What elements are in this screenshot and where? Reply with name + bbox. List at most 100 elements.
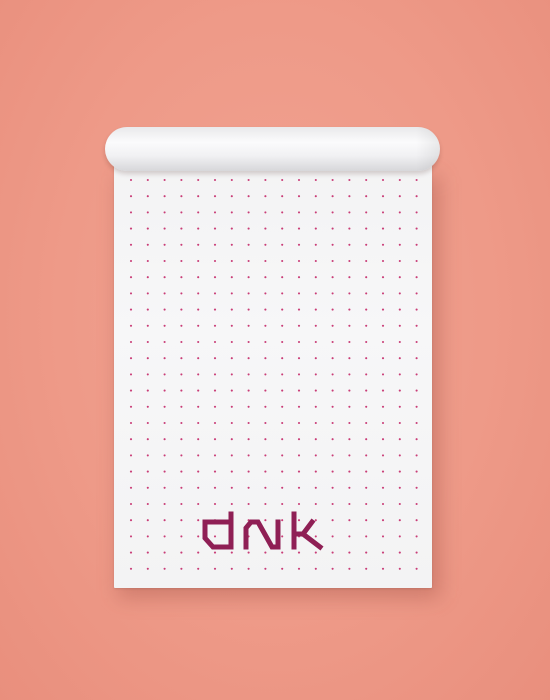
grid-dot xyxy=(297,227,301,230)
grid-dot xyxy=(381,421,385,425)
grid-dot xyxy=(365,227,368,230)
grid-dot xyxy=(129,535,133,538)
grid-dot xyxy=(365,259,368,263)
grid-dot xyxy=(230,373,233,376)
grid-dot xyxy=(281,340,284,344)
grid-dot xyxy=(230,308,233,311)
grid-dot xyxy=(381,486,385,489)
grid-dot xyxy=(348,276,351,279)
grid-dot xyxy=(348,340,351,344)
grid-dot xyxy=(365,243,368,246)
grid-dot xyxy=(415,421,418,425)
grid-dot xyxy=(197,227,200,230)
grid-dot xyxy=(230,195,233,198)
grid-dot xyxy=(197,195,200,198)
grid-dot xyxy=(281,195,284,198)
grid-dot xyxy=(365,211,368,214)
grid-dot xyxy=(381,470,385,473)
grid-dot xyxy=(314,195,317,198)
grid-dot xyxy=(197,502,200,506)
grid-dot xyxy=(264,389,267,392)
grid-dot xyxy=(365,486,368,489)
grid-dot xyxy=(398,551,401,554)
grid-dot xyxy=(415,292,418,295)
grid-dot xyxy=(297,195,301,198)
grid-dot xyxy=(398,486,401,489)
grid-dot xyxy=(264,259,267,263)
grid-dot xyxy=(264,211,267,214)
grid-dot xyxy=(213,178,217,182)
grid-dot xyxy=(146,438,149,441)
grid-dot xyxy=(415,195,418,198)
grid-dot xyxy=(146,324,149,327)
grid-dot xyxy=(348,486,351,489)
grid-dot xyxy=(348,454,351,457)
grid-dot xyxy=(230,389,233,392)
grid-dot xyxy=(365,567,368,570)
grid-dot xyxy=(146,551,149,554)
grid-dot xyxy=(331,486,334,489)
grid-dot xyxy=(381,195,385,198)
grid-dot xyxy=(314,421,317,425)
grid-dot xyxy=(230,178,233,182)
grid-dot xyxy=(381,227,385,230)
grid-dot xyxy=(264,292,267,295)
grid-dot xyxy=(129,324,133,327)
grid-dot xyxy=(213,340,217,344)
grid-dot xyxy=(331,259,334,263)
grid-dot xyxy=(230,438,233,441)
grid-dot xyxy=(180,227,183,230)
grid-dot xyxy=(314,324,317,327)
grid-dot xyxy=(197,324,200,327)
grid-dot xyxy=(264,454,267,457)
grid-dot xyxy=(230,502,233,506)
grid-dot xyxy=(197,340,200,344)
grid-dot xyxy=(281,276,284,279)
grid-dot xyxy=(331,340,334,344)
grid-dot xyxy=(146,195,149,198)
grid-dot xyxy=(230,405,233,408)
grid-dot xyxy=(331,373,334,376)
grid-dot xyxy=(415,486,418,489)
grid-dot xyxy=(297,324,301,327)
grid-dot xyxy=(281,324,284,327)
grid-dot xyxy=(365,470,368,473)
grid-dot xyxy=(163,178,166,182)
grid-dot xyxy=(230,276,233,279)
grid-dot xyxy=(264,486,267,489)
grid-dot xyxy=(197,259,200,263)
grid-dot xyxy=(398,373,401,376)
grid-dot xyxy=(146,535,149,538)
grid-dot xyxy=(331,389,334,392)
grid-dot xyxy=(381,243,385,246)
grid-dot xyxy=(348,227,351,230)
grid-dot xyxy=(365,195,368,198)
grid-dot xyxy=(247,195,250,198)
grid-dot xyxy=(398,567,401,570)
grid-dot xyxy=(365,308,368,311)
grid-dot xyxy=(398,211,401,214)
grid-dot xyxy=(129,470,133,473)
grid-dot xyxy=(230,470,233,473)
grid-dot xyxy=(297,470,301,473)
grid-dot xyxy=(230,421,233,425)
grid-dot xyxy=(163,405,166,408)
grid-dot xyxy=(398,259,401,263)
grid-dot xyxy=(398,340,401,344)
grid-dot xyxy=(348,502,351,506)
grid-dot xyxy=(146,357,149,360)
grid-dot xyxy=(230,357,233,360)
grid-dot xyxy=(213,324,217,327)
grid-dot xyxy=(180,276,183,279)
grid-dot xyxy=(398,308,401,311)
grid-dot xyxy=(197,405,200,408)
grid-dot xyxy=(163,259,166,263)
grid-dot xyxy=(348,243,351,246)
grid-dot xyxy=(129,308,133,311)
grid-dot xyxy=(415,308,418,311)
grid-dot xyxy=(264,502,267,506)
grid-dot xyxy=(281,421,284,425)
grid-dot xyxy=(180,502,183,506)
grid-dot xyxy=(213,195,217,198)
grid-dot xyxy=(331,454,334,457)
